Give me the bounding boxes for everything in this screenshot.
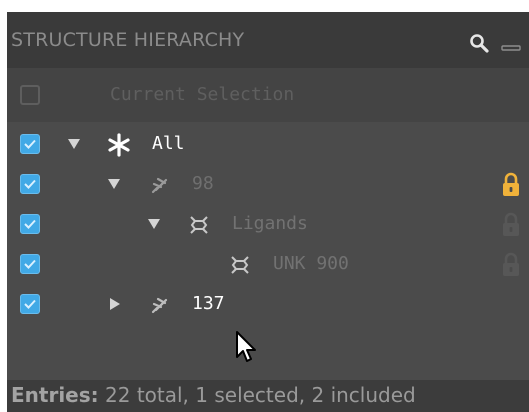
expand-triangle-down-icon[interactable]: [145, 215, 163, 233]
expand-triangle-down-icon[interactable]: [105, 175, 123, 193]
lock-icon[interactable]: [501, 212, 521, 238]
tree-row-98[interactable]: 98: [7, 165, 529, 205]
row-label: 137: [192, 293, 225, 314]
entries-label: Entries:: [11, 383, 99, 407]
current-selection-checkbox[interactable]: [20, 85, 40, 105]
current-selection-row[interactable]: Current Selection: [7, 68, 529, 122]
asterisk-icon: [108, 133, 130, 157]
entries-counts: 22 total, 1 selected, 2 included: [98, 383, 416, 407]
minimize-icon[interactable]: [501, 44, 521, 52]
entries-status-text: Entries: 22 total, 1 selected, 2 include…: [11, 383, 416, 407]
row-label: 98: [192, 173, 214, 194]
ligand-icon: [231, 256, 249, 274]
panel-header: STRUCTURE HIERARCHY: [7, 12, 529, 68]
protein-chain-icon: [151, 177, 168, 194]
row-checkbox[interactable]: [20, 214, 40, 234]
row-checkbox[interactable]: [20, 294, 40, 314]
tree-row-all[interactable]: All: [7, 125, 529, 165]
row-label: UNK 900: [273, 253, 349, 274]
tree-row-ligands[interactable]: Ligands: [7, 205, 529, 245]
lock-icon[interactable]: [501, 252, 521, 278]
current-selection-label: Current Selection: [110, 84, 295, 105]
row-label: Ligands: [232, 213, 308, 234]
tree-row-unk-900[interactable]: UNK 900: [7, 245, 529, 285]
row-checkbox[interactable]: [20, 254, 40, 274]
mouse-pointer-icon: [236, 331, 256, 362]
search-icon[interactable]: [469, 33, 489, 53]
expand-triangle-down-icon[interactable]: [65, 135, 83, 153]
structure-hierarchy-panel: STRUCTURE HIERARCHY Current Selection Al…: [7, 12, 529, 412]
panel-title: STRUCTURE HIERARCHY: [11, 29, 245, 51]
row-checkbox[interactable]: [20, 174, 40, 194]
lock-icon[interactable]: [501, 172, 521, 198]
ligand-icon: [190, 216, 208, 234]
tree-row-137[interactable]: 137: [7, 285, 529, 325]
expand-triangle-right-icon[interactable]: [106, 295, 124, 313]
row-checkbox[interactable]: [20, 134, 40, 154]
entries-status-bar: Entries: 22 total, 1 selected, 2 include…: [7, 380, 529, 412]
row-label: All: [152, 133, 185, 154]
protein-chain-icon: [151, 297, 168, 314]
